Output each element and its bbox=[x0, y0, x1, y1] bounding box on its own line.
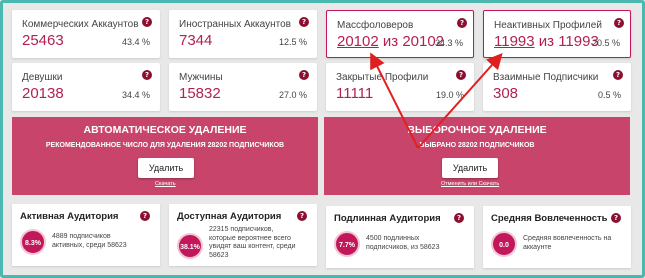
audience-percent-badge: 8.3% bbox=[20, 229, 46, 255]
auto-delete-title: АВТОМАТИЧЕСКОЕ УДАЛЕНИЕ bbox=[83, 124, 247, 136]
stat-percent: 12.5 % bbox=[278, 37, 307, 47]
stat-value-selected[interactable]: 11993 bbox=[494, 33, 535, 50]
stat-label: Девушки bbox=[22, 72, 63, 83]
auto-download-link[interactable]: Скачать bbox=[155, 181, 176, 187]
auto-delete-button[interactable]: Удалить bbox=[138, 158, 194, 178]
stat-label: Коммерческих Аккаунтов bbox=[22, 19, 139, 30]
stat-percent: 43.4 % bbox=[121, 37, 150, 47]
help-icon[interactable]: ? bbox=[613, 70, 623, 80]
audience-percent-badge: 0.0 bbox=[491, 231, 517, 257]
stat-card-men: Мужчины ? 15832 27.0 % bbox=[169, 63, 317, 111]
stat-label: Массфоловеров bbox=[337, 20, 414, 31]
stat-card-inactive[interactable]: Неактивных Профилей ? 11993 из 11993 20.… bbox=[483, 10, 631, 58]
help-icon[interactable]: ? bbox=[299, 17, 309, 27]
audience-card-genuine: Подлинная Аудитория ? 7.7% 4500 подлинны… bbox=[326, 206, 474, 268]
stat-value: 20138 bbox=[22, 85, 64, 102]
audience-title: Доступная Аудитория bbox=[177, 211, 282, 222]
stat-percent: 27.0 % bbox=[278, 90, 307, 100]
stat-value-of: из bbox=[378, 33, 403, 50]
stat-card-foreign: Иностранных Аккаунтов ? 7344 12.5 % bbox=[169, 10, 317, 58]
help-icon[interactable]: ? bbox=[297, 211, 307, 221]
audience-description: 4500 подлинных подписчиков, из 58623 bbox=[366, 235, 439, 252]
download-link[interactable]: Скачать bbox=[479, 181, 500, 187]
auto-delete-subtitle: РЕКОМЕНДОВАННОЕ ЧИСЛО ДЛЯ УДАЛЕНИЯ 28202… bbox=[45, 142, 285, 149]
audience-desc-line: подписчиков, из 58623 bbox=[366, 243, 440, 251]
audience-desc-line: аккаунте bbox=[523, 243, 552, 251]
stat-label: Взаимные Подписчики bbox=[493, 72, 599, 83]
selective-delete-title: ВЫБОРОЧНОЕ УДАЛЕНИЕ bbox=[407, 124, 547, 136]
audience-desc-line: 4500 подлинных bbox=[366, 235, 420, 242]
audience-title: Активная Аудитория bbox=[20, 211, 119, 222]
stat-value-selected[interactable]: 20102 bbox=[337, 33, 379, 50]
help-icon[interactable]: ? bbox=[140, 211, 150, 221]
stat-label: Неактивных Профилей bbox=[494, 20, 602, 31]
stat-value: 7344 bbox=[179, 32, 213, 49]
audience-desc-line: Средняя вовлеченность на bbox=[523, 235, 612, 242]
stat-card-women: Девушки ? 20138 34.4 % bbox=[12, 63, 160, 111]
or-text: или bbox=[467, 181, 478, 187]
stat-value: 308 bbox=[493, 85, 519, 102]
stat-percent: 34.4 % bbox=[121, 90, 150, 100]
help-icon[interactable]: ? bbox=[454, 213, 464, 223]
audience-title: Средняя Вовлеченность bbox=[491, 213, 608, 224]
help-icon[interactable]: ? bbox=[614, 18, 624, 28]
audience-card-engagement: Средняя Вовлеченность ? 0.0 Средняя вовл… bbox=[483, 206, 631, 268]
stat-value: 25463 bbox=[22, 32, 64, 49]
audience-percent-badge: 38.1% bbox=[177, 233, 203, 259]
stat-label: Закрытые Профили bbox=[336, 72, 429, 83]
audience-desc-line: 58623 bbox=[209, 251, 229, 259]
audience-description: 22315 подписчиков, которые вероятнее все… bbox=[209, 226, 295, 260]
audience-card-active: Активная Аудитория ? 8.3% 4889 подписчик… bbox=[12, 204, 160, 266]
selective-delete-subtitle: ВЫБРАНО 28202 ПОДПИСЧИКОВ bbox=[419, 142, 535, 149]
cancel-link[interactable]: Отменить bbox=[441, 181, 466, 187]
selective-delete-button[interactable]: Удалить bbox=[442, 158, 498, 178]
selective-delete-panel: ВЫБОРОЧНОЕ УДАЛЕНИЕ ВЫБРАНО 28202 ПОДПИС… bbox=[324, 117, 630, 195]
stat-percent: 34.3 % bbox=[434, 38, 463, 48]
stat-card-private: Закрытые Профили ? 11111 19.0 % bbox=[326, 63, 474, 111]
audience-percent-badge: 7.7% bbox=[334, 231, 360, 257]
audience-description: 4889 подписчиков активных, среди 58623 bbox=[52, 233, 127, 250]
auto-delete-panel: АВТОМАТИЧЕСКОЕ УДАЛЕНИЕ РЕКОМЕНДОВАННОЕ … bbox=[12, 117, 318, 195]
stat-card-commercial: Коммерческих Аккаунтов ? 25463 43.4 % bbox=[12, 10, 160, 58]
stat-value: 11993 из 11993 bbox=[494, 33, 599, 50]
audience-desc-line: 22315 подписчиков, bbox=[209, 226, 274, 233]
stat-label: Иностранных Аккаунтов bbox=[179, 19, 291, 30]
stat-label: Мужчины bbox=[179, 72, 223, 83]
help-icon[interactable]: ? bbox=[142, 70, 152, 80]
stat-percent: 19.0 % bbox=[435, 90, 464, 100]
stat-card-mutual: Взаимные Подписчики ? 308 0.5 % bbox=[483, 63, 631, 111]
help-icon[interactable]: ? bbox=[456, 70, 466, 80]
audience-desc-line: увидят ваш контент, среди bbox=[209, 243, 296, 250]
help-icon[interactable]: ? bbox=[142, 17, 152, 27]
help-icon[interactable]: ? bbox=[457, 18, 467, 28]
stat-value: 20102 из 20102 bbox=[337, 33, 444, 50]
audience-desc-line: активных, среди 58623 bbox=[52, 241, 127, 249]
selective-links: Отменить или Скачать bbox=[441, 181, 499, 187]
stat-percent: 0.5 % bbox=[597, 90, 621, 100]
stat-value: 11111 bbox=[336, 85, 374, 102]
audience-desc-line: 4889 подписчиков bbox=[52, 233, 111, 240]
help-icon[interactable]: ? bbox=[611, 213, 621, 223]
audience-description: Средняя вовлеченность на аккаунте bbox=[523, 235, 611, 252]
audience-card-reachable: Доступная Аудитория ? 38.1% 22315 подпис… bbox=[169, 204, 317, 266]
stat-card-massfollowers[interactable]: Массфоловеров ? 20102 из 20102 34.3 % bbox=[326, 10, 474, 58]
stat-value: 15832 bbox=[179, 85, 221, 102]
help-icon[interactable]: ? bbox=[299, 70, 309, 80]
audience-desc-line: которые вероятнее всего bbox=[209, 234, 291, 242]
stat-percent: 20.5 % bbox=[591, 38, 620, 48]
stat-value-of: из bbox=[534, 33, 559, 50]
audience-title: Подлинная Аудитория bbox=[334, 213, 441, 224]
